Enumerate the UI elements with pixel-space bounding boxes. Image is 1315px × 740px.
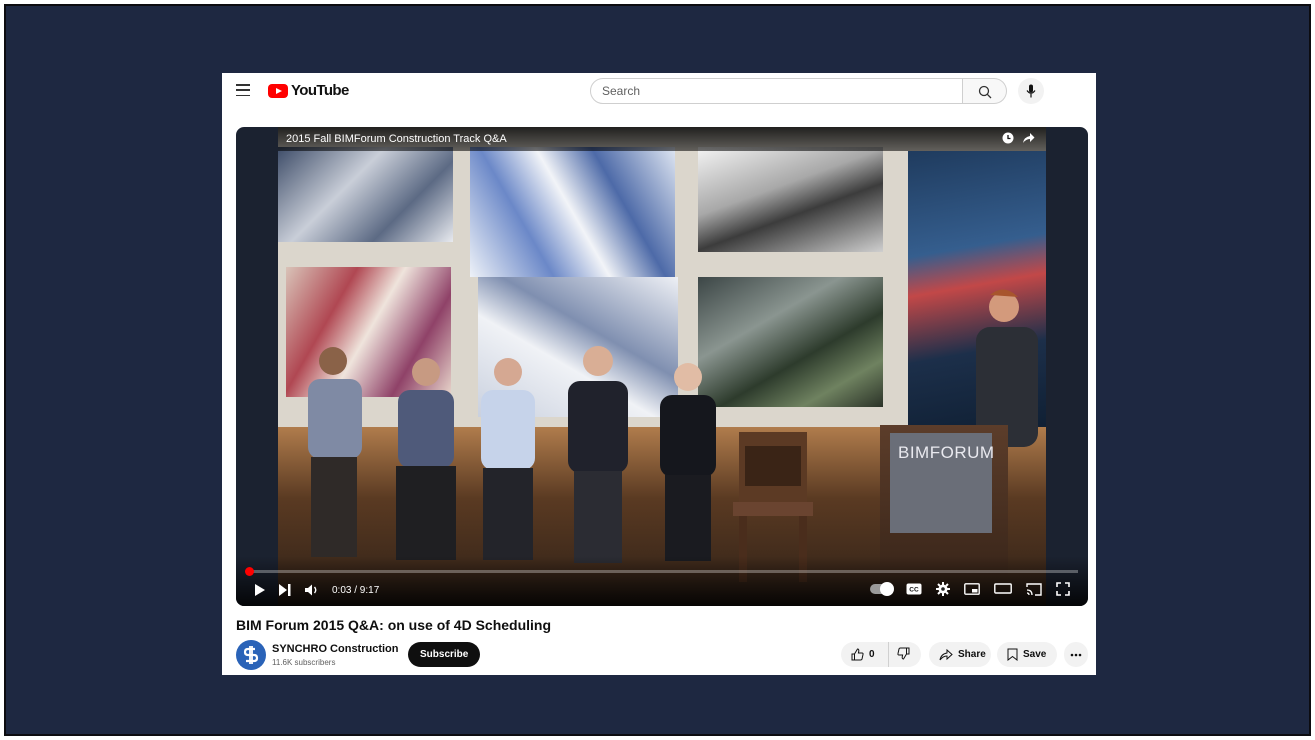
share-arrow-icon[interactable]	[1022, 132, 1035, 144]
scrubber-handle[interactable]	[245, 567, 254, 576]
fullscreen-icon[interactable]	[1056, 582, 1070, 596]
more-actions-button[interactable]	[1064, 642, 1088, 667]
player-controls-gradient	[236, 556, 1088, 606]
like-count: 0	[869, 649, 875, 660]
microphone-icon	[1026, 84, 1036, 98]
youtube-window: YouTube Search BIMFORUM 2015 Fall BIMFor…	[222, 73, 1096, 675]
channel-avatar[interactable]	[236, 640, 266, 670]
right-controls: CC	[870, 582, 1070, 596]
like-dislike-group: 0	[841, 642, 921, 667]
time-display: 0:03 / 9:17	[332, 584, 380, 596]
backdrop-art-panel	[278, 147, 453, 242]
panelist	[308, 347, 362, 557]
thumbs-down-icon	[897, 647, 910, 660]
svg-text:CC: CC	[909, 587, 919, 594]
podium: BIMFORUM	[880, 425, 1008, 575]
progress-bar[interactable]	[248, 570, 1078, 573]
panelist	[568, 346, 628, 563]
share-icon	[939, 648, 953, 660]
share-button[interactable]: Share	[929, 642, 991, 667]
like-button[interactable]: 0	[841, 642, 889, 667]
subscribe-button[interactable]: Subscribe	[408, 642, 481, 667]
panelist	[396, 358, 456, 560]
thumbs-up-icon	[851, 648, 864, 661]
video-frame[interactable]: BIMFORUM	[278, 127, 1046, 606]
subscriber-count: 11.6K subscribers	[272, 658, 336, 667]
miniplayer-icon[interactable]	[964, 583, 980, 595]
volume-icon[interactable]	[304, 583, 320, 597]
share-label: Share	[958, 649, 986, 660]
next-icon[interactable]	[278, 583, 292, 597]
channel-logo-icon	[243, 646, 259, 664]
menu-icon[interactable]	[236, 84, 250, 96]
search-placeholder: Search	[602, 84, 641, 98]
dislike-button[interactable]	[889, 647, 910, 663]
embedded-video-title[interactable]: 2015 Fall BIMForum Construction Track Q&…	[286, 133, 507, 145]
more-horizontal-icon	[1070, 653, 1082, 656]
panelist	[660, 363, 716, 561]
panelist	[481, 358, 535, 560]
video-player[interactable]: BIMFORUM 2015 Fall BIMForum Construction…	[236, 127, 1088, 606]
search-input[interactable]: Search	[590, 78, 963, 104]
theater-mode-icon[interactable]	[994, 583, 1012, 595]
bookmark-icon	[1007, 648, 1018, 661]
autoplay-toggle[interactable]	[870, 582, 894, 596]
search-button[interactable]	[963, 78, 1007, 104]
backdrop-art-panel	[470, 147, 675, 277]
channel-name[interactable]: SYNCHRO Construction	[272, 643, 399, 655]
cast-icon[interactable]	[1026, 582, 1042, 596]
voice-search-button[interactable]	[1018, 78, 1044, 104]
video-title: BIM Forum 2015 Q&A: on use of 4D Schedul…	[236, 617, 552, 633]
podium-text: BIMFORUM	[898, 443, 995, 462]
logo-text: YouTube	[291, 82, 349, 99]
title-bar-actions	[1002, 132, 1035, 144]
backdrop-art-panel	[698, 147, 883, 252]
play-icon[interactable]	[254, 583, 266, 597]
save-button[interactable]: Save	[997, 642, 1057, 667]
captions-icon[interactable]: CC	[906, 583, 922, 595]
settings-gear-icon[interactable]	[936, 582, 950, 596]
youtube-logo[interactable]: YouTube	[268, 82, 349, 99]
youtube-logo-icon	[268, 83, 288, 98]
left-controls: 0:03 / 9:17	[254, 583, 379, 597]
search-icon	[978, 85, 992, 99]
watch-later-icon[interactable]	[1002, 132, 1014, 144]
podium-sign: BIMFORUM	[890, 433, 995, 533]
save-label: Save	[1023, 649, 1047, 660]
